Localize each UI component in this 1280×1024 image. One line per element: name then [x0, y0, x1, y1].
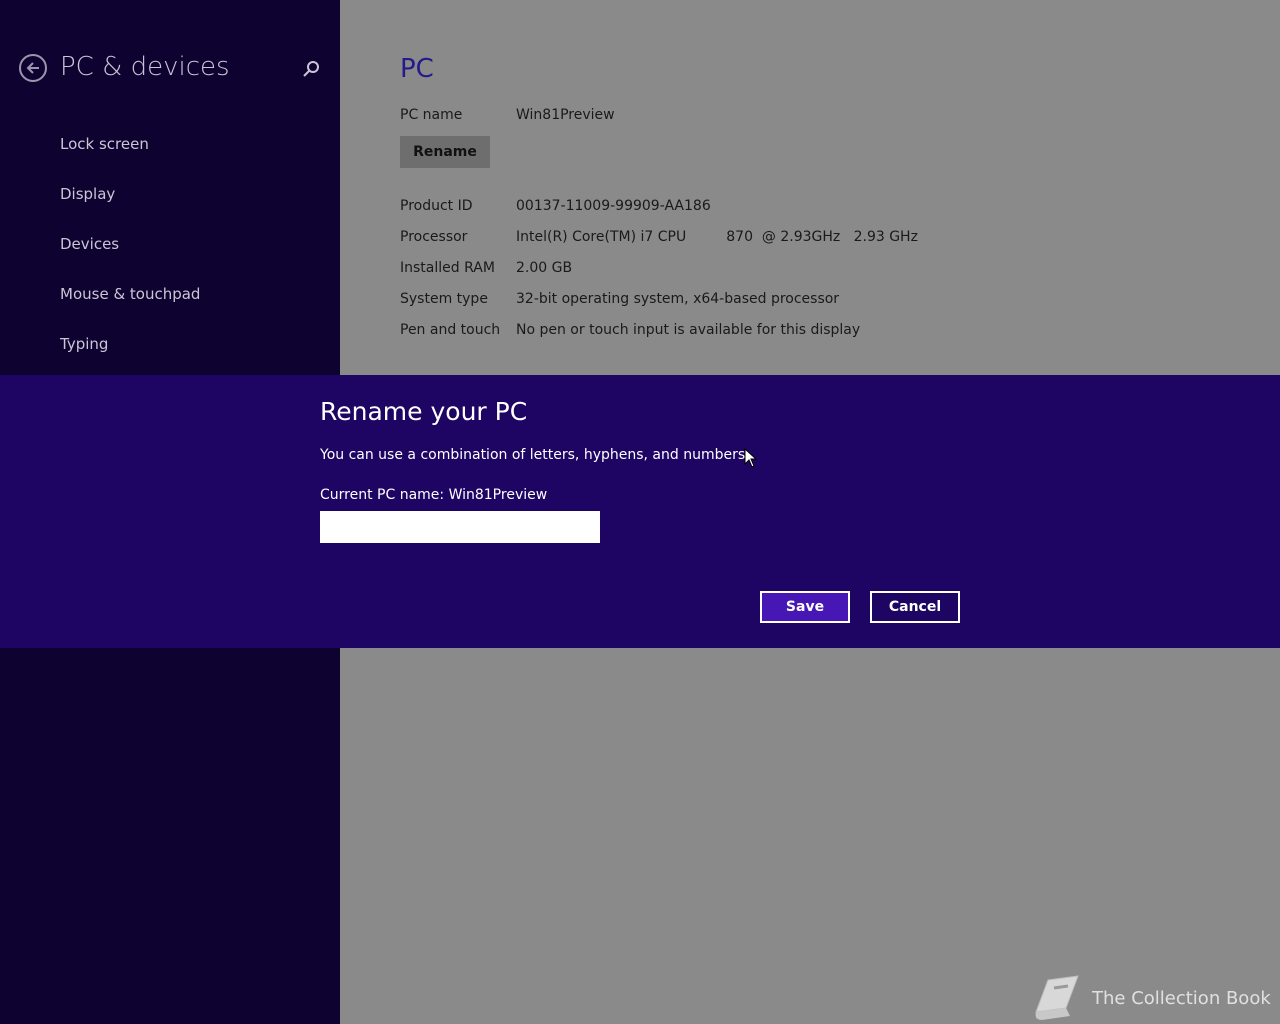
search-icon: [303, 61, 319, 77]
sidebar-item-typing[interactable]: Typing: [60, 335, 108, 353]
sidebar-title: PC & devices: [60, 52, 230, 82]
search-button[interactable]: [300, 58, 322, 80]
pen-touch-value: No pen or touch input is available for t…: [516, 322, 861, 338]
save-button[interactable]: Save: [760, 591, 850, 623]
rename-dialog: Rename your PC You can use a combination…: [0, 375, 1280, 648]
back-arrow-icon: [26, 62, 39, 74]
rename-button[interactable]: Rename: [400, 136, 490, 168]
watermark-text: The Collection Book: [1092, 987, 1271, 1009]
installed-ram-label: Installed RAM: [400, 260, 495, 276]
back-button[interactable]: [19, 54, 47, 82]
sidebar-item-mouse-touchpad[interactable]: Mouse & touchpad: [60, 285, 200, 303]
pc-name-value: Win81Preview: [516, 107, 615, 123]
new-pc-name-input[interactable]: [320, 511, 600, 543]
pc-name-label: PC name: [400, 107, 463, 123]
product-id-label: Product ID: [400, 198, 473, 214]
book-icon: [1035, 975, 1079, 1020]
mouse-cursor-icon: [744, 448, 758, 468]
processor-label: Processor: [400, 229, 468, 245]
system-type-value: 32-bit operating system, x64-based proce…: [516, 291, 840, 307]
installed-ram-value: 2.00 GB: [516, 260, 573, 276]
page-title: PC: [400, 54, 434, 84]
cancel-button[interactable]: Cancel: [870, 591, 960, 623]
dialog-title: Rename your PC: [320, 397, 528, 426]
processor-value: Intel(R) Core(TM) i7 CPU 870 @ 2.93GHz 2…: [516, 229, 918, 245]
sidebar-item-display[interactable]: Display: [60, 185, 115, 203]
dialog-description: You can use a combination of letters, hy…: [320, 447, 750, 463]
sidebar-item-devices[interactable]: Devices: [60, 235, 119, 253]
pen-touch-label: Pen and touch: [400, 322, 501, 338]
product-id-value: 00137-11009-99909-AA186: [516, 198, 711, 214]
system-type-label: System type: [400, 291, 488, 307]
watermark: The Collection Book: [1030, 974, 1271, 1022]
sidebar-item-lock-screen[interactable]: Lock screen: [60, 135, 149, 153]
current-name-label: Current PC name: Win81Preview: [320, 487, 548, 503]
